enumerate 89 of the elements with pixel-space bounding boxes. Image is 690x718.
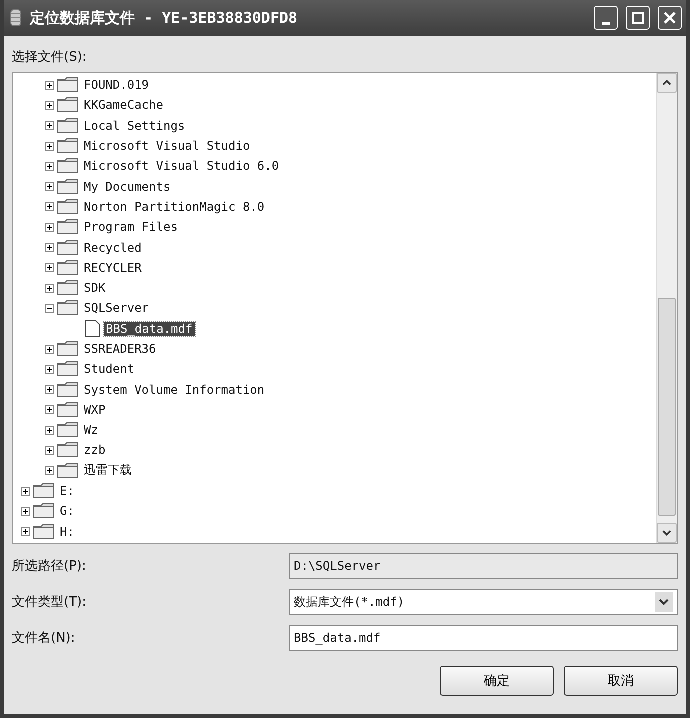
expand-icon[interactable]	[45, 446, 54, 455]
tree-item[interactable]: Wz	[82, 423, 100, 438]
tree-item[interactable]: Recycled	[82, 240, 144, 255]
tree-item[interactable]: Microsoft Visual Studio	[82, 139, 252, 154]
expand-icon[interactable]	[45, 182, 54, 192]
database-icon	[10, 9, 22, 27]
minimize-button[interactable]	[594, 6, 618, 30]
tree-item[interactable]: SSREADER36	[82, 342, 158, 356]
tree-item[interactable]: WXP	[82, 402, 108, 417]
minimize-icon	[602, 22, 610, 24]
tree-item[interactable]: BBS_data.mdf	[104, 322, 195, 336]
folder-icon	[33, 483, 55, 500]
folder-icon	[57, 178, 79, 195]
expand-icon[interactable]	[45, 426, 54, 435]
expand-icon[interactable]	[45, 100, 54, 110]
folder-icon	[33, 524, 55, 540]
folder-icon	[33, 503, 55, 520]
expand-icon[interactable]	[21, 486, 30, 496]
folder-icon	[57, 97, 79, 114]
folder-icon	[57, 442, 79, 458]
expand-icon[interactable]	[45, 142, 54, 151]
expand-icon[interactable]	[45, 364, 54, 374]
folder-icon	[57, 280, 79, 296]
tree-item[interactable]: My Documents	[82, 180, 173, 194]
expand-icon[interactable]	[45, 263, 54, 272]
maximize-button[interactable]	[626, 6, 650, 30]
window-title: 定位数据库文件 - YE-3EB38830DFD8	[30, 8, 299, 28]
tree-item[interactable]: System Volume Information	[82, 382, 267, 397]
expand-icon[interactable]	[45, 284, 54, 293]
folder-icon	[57, 260, 79, 276]
expand-icon[interactable]	[45, 344, 54, 354]
scroll-down-icon[interactable]	[657, 523, 677, 543]
folder-icon	[57, 382, 79, 398]
expand-icon[interactable]	[45, 80, 54, 90]
folder-icon	[57, 402, 79, 418]
tree-item[interactable]: G:	[58, 504, 76, 518]
tree-item[interactable]: FOUND.019	[82, 78, 152, 92]
file-icon	[85, 320, 101, 338]
tree-item[interactable]: zzb	[82, 443, 108, 458]
maximize-icon	[632, 12, 644, 24]
folder-icon	[57, 158, 79, 174]
input-field[interactable]: BBS_data.mdf	[289, 625, 678, 651]
folder-icon	[57, 240, 79, 256]
tree-item[interactable]: SQLServer	[82, 301, 152, 316]
folder-icon	[57, 138, 79, 154]
expand-icon[interactable]	[21, 527, 30, 536]
folder-icon	[57, 422, 79, 438]
expand-icon[interactable]	[21, 506, 30, 516]
dropdown-icon[interactable]	[655, 592, 673, 612]
collapse-icon[interactable]	[45, 304, 54, 313]
expand-icon[interactable]	[45, 466, 54, 476]
tree-item[interactable]: KKGameCache	[82, 98, 166, 112]
tree-item[interactable]: SDK	[82, 281, 108, 296]
tree-item[interactable]: H:	[58, 524, 76, 539]
expand-icon[interactable]	[45, 121, 54, 130]
expand-icon[interactable]	[45, 202, 54, 212]
tree-item[interactable]: RECYCLER	[82, 260, 144, 275]
folder-icon	[57, 361, 79, 378]
expand-icon[interactable]	[45, 405, 54, 414]
file-type-dropdown[interactable]: 数据库文件(*.mdf)	[289, 589, 678, 615]
folder-icon	[57, 219, 79, 236]
scrollbar[interactable]	[656, 73, 677, 543]
folder-icon	[57, 462, 79, 479]
input-field[interactable]: D:\SQLServer	[289, 553, 678, 579]
tree-item[interactable]: E:	[58, 484, 76, 498]
expand-icon[interactable]	[45, 222, 54, 232]
tree-label: 选择文件(S):	[12, 49, 88, 66]
dialog-button[interactable]: 取消	[564, 666, 678, 696]
tree-item[interactable]: Microsoft Visual Studio 6.0	[82, 159, 282, 174]
field-label: 文件类型(T):	[12, 594, 88, 611]
tree-item[interactable]: Norton PartitionMagic 8.0	[82, 200, 267, 214]
field-label: 所选路径(P):	[12, 558, 88, 575]
field-label: 文件名(N):	[12, 630, 76, 647]
tree-item[interactable]: 迅雷下载	[82, 462, 134, 480]
dialog-button[interactable]: 确定	[440, 666, 554, 696]
tree-item[interactable]: Student	[82, 362, 137, 376]
folder-icon	[57, 77, 79, 94]
expand-icon[interactable]	[45, 243, 54, 252]
tree-item[interactable]: Local Settings	[82, 118, 188, 133]
expand-icon[interactable]	[45, 162, 54, 171]
scroll-up-icon[interactable]	[657, 73, 677, 93]
close-icon	[664, 12, 676, 24]
folder-icon	[57, 118, 79, 134]
folder-icon	[57, 300, 79, 316]
expand-icon[interactable]	[45, 385, 54, 394]
folder-icon	[57, 341, 79, 357]
folder-icon	[57, 198, 79, 215]
tree-item[interactable]: Program Files	[82, 220, 180, 234]
close-button[interactable]	[658, 6, 682, 30]
